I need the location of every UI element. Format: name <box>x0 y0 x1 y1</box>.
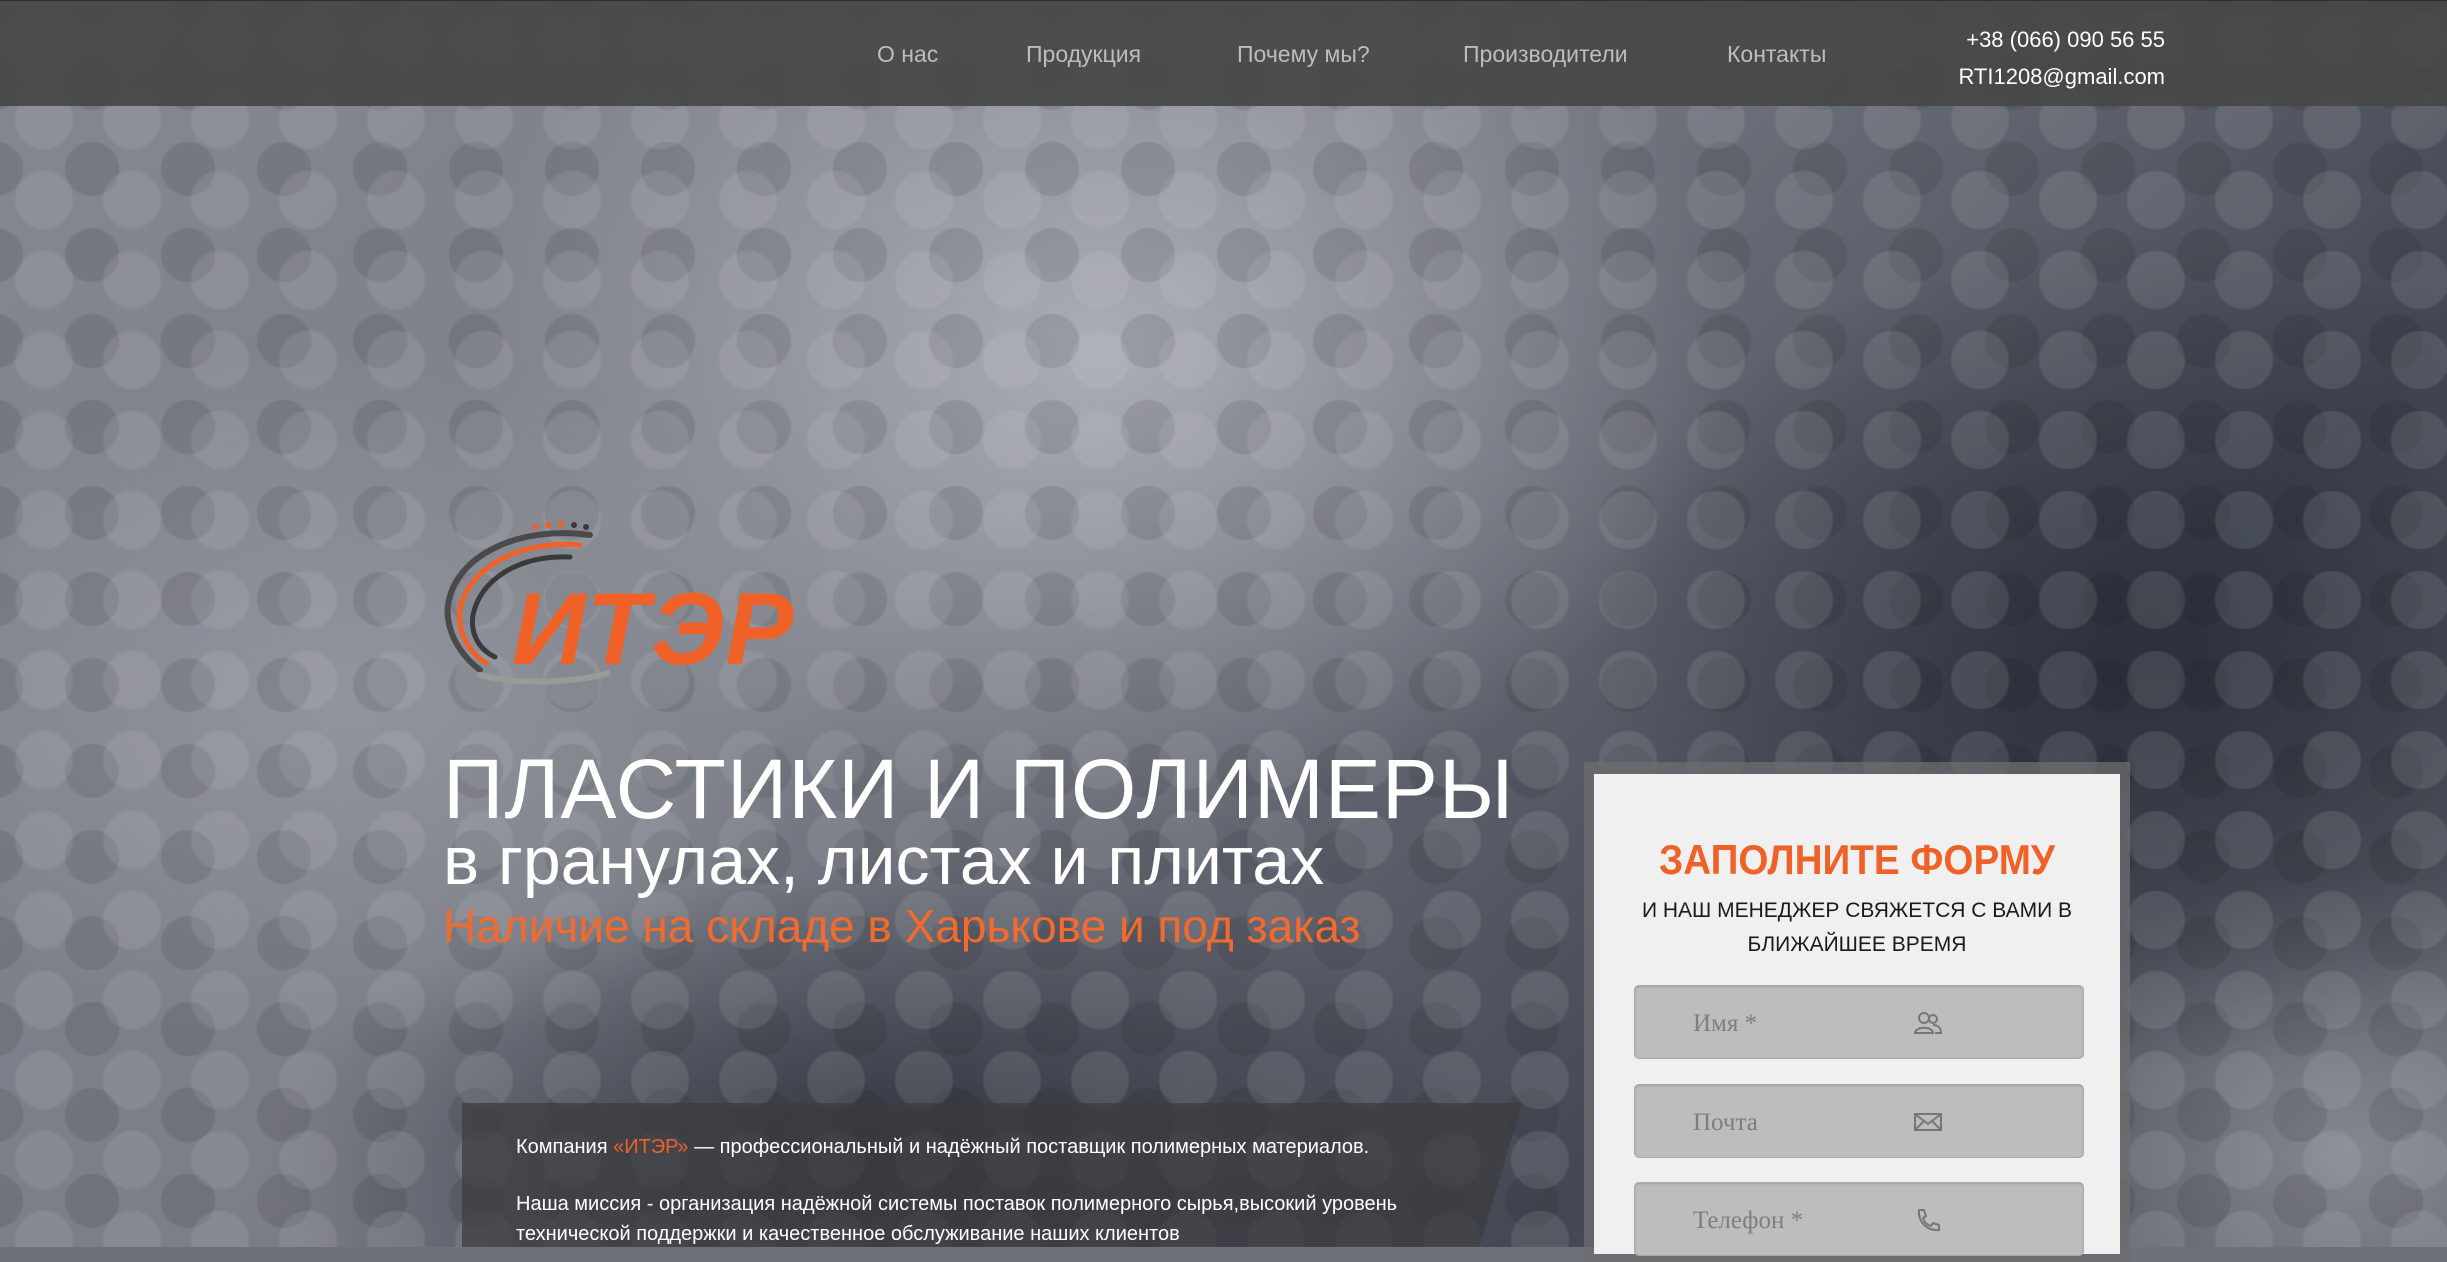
header-phone[interactable]: +38 (066) 090 56 55 <box>1958 21 2165 58</box>
name-field[interactable]: Имя * <box>1634 985 2084 1059</box>
top-navigation-bar: О нас Продукция Почему мы? Производители… <box>0 0 2447 106</box>
nav-item-manufacturers[interactable]: Производители <box>1463 41 1628 68</box>
company-info-box: Компания «ИТЭР» — профессиональный и над… <box>462 1103 1522 1247</box>
email-placeholder: Почта <box>1693 1109 1758 1136</box>
nav-item-contacts[interactable]: Контакты <box>1727 41 1826 68</box>
company-intro: Компания «ИТЭР» — профессиональный и над… <box>516 1136 1369 1159</box>
email-field[interactable]: Почта <box>1634 1084 2084 1158</box>
users-icon <box>1913 1012 1943 1034</box>
envelope-icon <box>1914 1113 1942 1131</box>
header-contacts: +38 (066) 090 56 55 RTI1208@gmail.com <box>1958 21 2165 95</box>
form-title: ЗАПОЛНИТЕ ФОРМУ <box>1659 836 2055 883</box>
hero-title: ПЛАСТИКИ И ПОЛИМЕРЫ <box>443 742 1515 836</box>
hero-tagline: Наличие на складе в Харькове и под заказ <box>443 900 1361 952</box>
logo-text: ИТЭР <box>512 572 795 686</box>
contact-form: ЗАПОЛНИТЕ ФОРМУ И НАШ МЕНЕДЖЕР СВЯЖЕТСЯ … <box>1594 774 2120 1256</box>
header-email[interactable]: RTI1208@gmail.com <box>1958 58 2165 95</box>
hero-subtitle: в гранулах, листах и плитах <box>443 823 1325 899</box>
mission-line-2: технической поддержки и качественное обс… <box>516 1223 1180 1245</box>
nav-item-products[interactable]: Продукция <box>1026 41 1141 68</box>
name-placeholder: Имя * <box>1693 1010 1758 1037</box>
intro-prefix: Компания <box>516 1136 614 1158</box>
intro-suffix: — профессиональный и надёжный поставщик … <box>688 1136 1370 1158</box>
phone-placeholder: Телефон * <box>1693 1207 1804 1234</box>
mission-line-1: Наша миссия - организация надёжной систе… <box>516 1193 1398 1215</box>
form-subtitle: И НАШ МЕНЕДЖЕР СВЯЖЕТСЯ С ВАМИ В БЛИЖАЙШ… <box>1641 899 2073 956</box>
nav-item-why-us[interactable]: Почему мы? <box>1237 41 1370 68</box>
nav-item-about[interactable]: О нас <box>877 41 938 68</box>
phone-icon <box>1917 1209 1940 1232</box>
phone-field[interactable]: Телефон * <box>1634 1182 2084 1256</box>
company-logo: ИТЭР <box>440 505 800 685</box>
company-name: «ИТЭР» <box>613 1136 689 1158</box>
